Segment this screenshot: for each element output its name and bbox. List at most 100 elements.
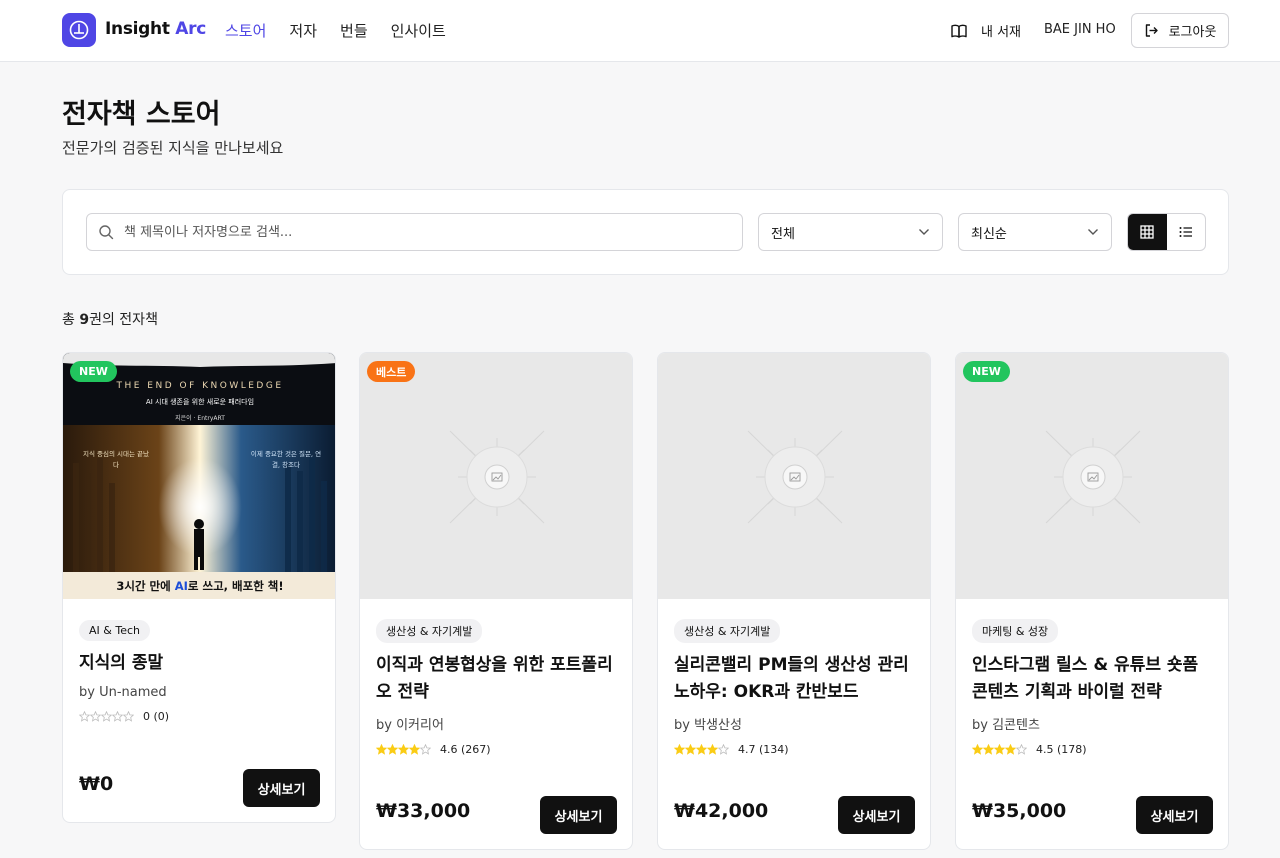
page-title: 전자책 스토어 — [62, 99, 221, 130]
book-price: ₩0 — [79, 773, 114, 795]
filter-panel: 전체 최신순 — [62, 189, 1229, 275]
star-icon — [79, 711, 90, 722]
star-icon — [983, 744, 994, 755]
book-card[interactable]: THE END OF KNOWLEDGE AI 시대 생존을 위한 새로운 패러… — [62, 352, 336, 823]
rating: 4.6 (267) — [376, 743, 616, 756]
book-author: by 이커리어 — [376, 718, 444, 733]
star-icon — [387, 744, 398, 755]
book-cover[interactable]: 베스트 — [360, 353, 632, 599]
book-title[interactable]: 인스타그램 릴스 & 유튜브 숏폼 콘텐츠 기획과 바이럴 전략 — [972, 652, 1212, 706]
new-badge: NEW — [70, 361, 117, 382]
sort-select[interactable]: 최신순 — [958, 213, 1112, 251]
book-author: by 김콘텐츠 — [972, 718, 1040, 733]
category-select[interactable]: 전체 — [758, 213, 943, 251]
cover-bottom-post: 로 쓰고, 배포한 책! — [187, 579, 284, 593]
nav-insights[interactable]: 인사이트 — [391, 20, 446, 41]
cover-left-text: 지식 중심의 시대는 끝났다 — [83, 450, 149, 469]
username: BAE JIN HO — [1044, 22, 1116, 37]
rating-text: 4.6 (267) — [440, 743, 491, 756]
book-price: ₩33,000 — [376, 800, 471, 822]
star-rating — [79, 711, 134, 722]
grid-view-button[interactable] — [1128, 214, 1167, 250]
my-library-label: 내 서재 — [981, 25, 1022, 40]
image-placeholder — [956, 353, 1228, 599]
detail-button[interactable]: 상세보기 — [838, 796, 915, 834]
book-title[interactable]: 이직과 연봉협상을 위한 포트폴리오 전략 — [376, 652, 616, 706]
book-price: ₩35,000 — [972, 800, 1067, 822]
star-icon — [972, 744, 983, 755]
detail-button[interactable]: 상세보기 — [1136, 796, 1213, 834]
book-open-icon — [951, 24, 967, 38]
category-chip: AI & Tech — [79, 620, 150, 641]
star-icon — [420, 744, 431, 755]
book-card[interactable]: 베스트 생산성 & 자기계발 이직과 연봉협상을 위한 포트폴리오 전략 by … — [359, 352, 633, 850]
book-title[interactable]: 실리콘밸리 PM들의 생산성 관리 노하우: OKR과 칸반보드 — [674, 652, 914, 706]
star-icon — [707, 744, 718, 755]
cover-headline: THE END OF KNOWLEDGE — [116, 381, 284, 391]
logo-wordmark[interactable]: Insight Arc — [105, 19, 206, 39]
category-select-value: 전체 — [771, 226, 795, 242]
my-library-link[interactable]: 내 서재 — [951, 21, 1021, 40]
star-rating — [674, 744, 729, 755]
search-box[interactable] — [86, 213, 743, 251]
rating-text: 4.5 (178) — [1036, 743, 1087, 756]
book-cover[interactable] — [658, 353, 930, 599]
image-placeholder-icon — [747, 430, 843, 524]
logo-icon[interactable] — [62, 13, 96, 47]
image-placeholder-icon — [1045, 430, 1141, 524]
rating: 4.7 (134) — [674, 743, 914, 756]
search-input[interactable] — [124, 224, 714, 240]
view-toggle — [1127, 213, 1206, 251]
category-chip: 마케팅 & 성장 — [972, 619, 1059, 643]
list-icon — [1179, 227, 1192, 237]
chevron-down-icon — [919, 229, 929, 235]
nav-authors[interactable]: 저자 — [289, 20, 317, 41]
list-view-button[interactable] — [1167, 214, 1206, 250]
star-icon — [685, 744, 696, 755]
image-placeholder — [360, 353, 632, 599]
cover-bottom-pre: 3시간 만에 — [116, 579, 175, 593]
detail-button[interactable]: 상세보기 — [243, 769, 320, 807]
nav-bundles[interactable]: 번들 — [340, 20, 368, 41]
book-card[interactable]: 생산성 & 자기계발 실리콘밸리 PM들의 생산성 관리 노하우: OKR과 칸… — [657, 352, 931, 850]
book-cover[interactable]: THE END OF KNOWLEDGE AI 시대 생존을 위한 새로운 패러… — [63, 353, 335, 599]
image-placeholder-icon — [449, 430, 545, 524]
chevron-down-icon — [1088, 229, 1098, 235]
category-chip: 생산성 & 자기계발 — [376, 619, 483, 643]
rating-text: 4.7 (134) — [738, 743, 789, 756]
result-count-number: 9 — [79, 312, 90, 328]
book-card[interactable]: NEW 마케팅 & 성장 인스타그램 릴스 & 유튜브 숏폼 콘텐츠 기획과 바… — [955, 352, 1229, 850]
sort-select-value: 최신순 — [971, 226, 1007, 242]
book-cover-art: THE END OF KNOWLEDGE AI 시대 생존을 위한 새로운 패러… — [63, 353, 335, 599]
rating: 4.5 (178) — [972, 743, 1212, 756]
star-icon — [90, 711, 101, 722]
rating-text: 0 (0) — [143, 710, 170, 723]
star-icon — [674, 744, 685, 755]
star-icon — [994, 744, 1005, 755]
star-icon — [409, 744, 420, 755]
rating: 0 (0) — [79, 710, 319, 723]
category-chip: 생산성 & 자기계발 — [674, 619, 781, 643]
star-icon — [398, 744, 409, 755]
star-rating — [972, 744, 1027, 755]
star-icon — [112, 711, 123, 722]
star-icon — [376, 744, 387, 755]
logo-text-main: Insight — [105, 19, 170, 39]
book-price: ₩42,000 — [674, 800, 769, 822]
book-title[interactable]: 지식의 종말 — [79, 650, 319, 677]
star-rating — [376, 744, 431, 755]
logout-button[interactable]: 로그아웃 — [1131, 13, 1229, 48]
star-icon — [718, 744, 729, 755]
star-icon — [1016, 744, 1027, 755]
book-cover[interactable]: NEW — [956, 353, 1228, 599]
detail-button[interactable]: 상세보기 — [540, 796, 617, 834]
search-icon — [99, 225, 114, 240]
star-icon — [123, 711, 134, 722]
cover-subtitle: AI 시대 생존을 위한 새로운 패러다임 — [145, 398, 255, 406]
nav-store[interactable]: 스토어 — [225, 20, 266, 41]
star-icon — [1005, 744, 1016, 755]
book-author: by 박생산성 — [674, 718, 742, 733]
best-badge: 베스트 — [367, 361, 416, 382]
logout-icon — [1145, 24, 1158, 37]
page-subtitle: 전문가의 검증된 지식을 만나보세요 — [62, 139, 284, 157]
